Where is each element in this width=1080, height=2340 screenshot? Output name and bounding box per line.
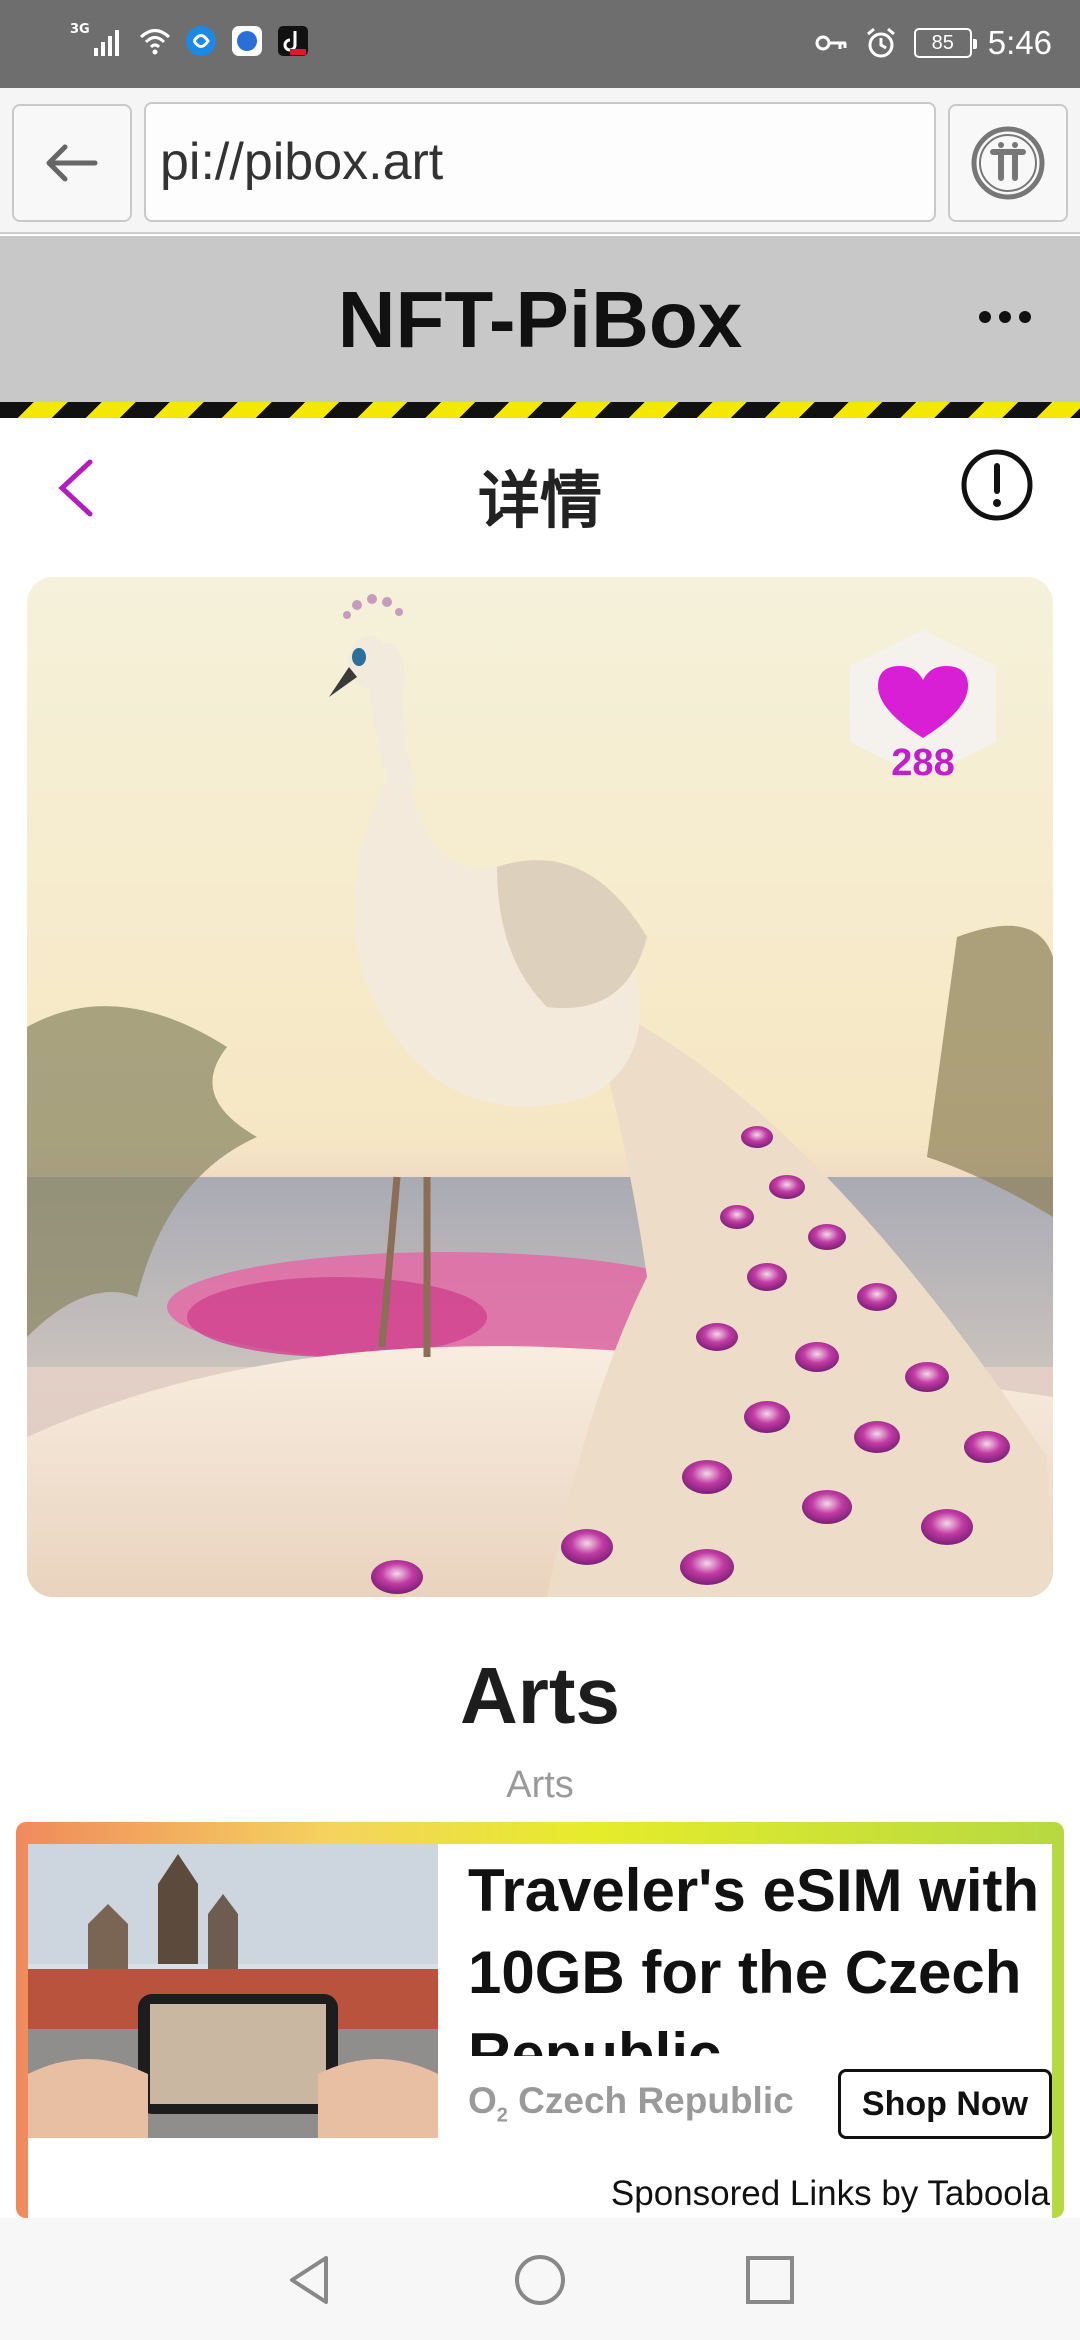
url-input[interactable]: pi://pibox.art <box>144 102 936 222</box>
nav-back-icon[interactable] <box>282 2252 338 2308</box>
ad-headline[interactable]: Traveler's eSIM with 10GB for the Czech … <box>468 1850 1048 2056</box>
detail-navbar: 详情 <box>0 418 1080 558</box>
prague-phone-photo <box>28 1844 438 2138</box>
ad-image[interactable] <box>28 1844 438 2138</box>
shop-now-button[interactable]: Shop Now <box>838 2069 1052 2139</box>
page-title: 详情 <box>477 464 602 537</box>
app-notification-icon <box>185 26 216 56</box>
tiktok-icon <box>277 26 308 56</box>
browser-back-button[interactable] <box>12 104 132 222</box>
arrow-left-icon <box>46 144 98 182</box>
signal-icon <box>93 30 119 56</box>
app-title: NFT-PiBox <box>337 275 743 364</box>
network-type: 3G <box>70 21 90 37</box>
system-navigation-bar <box>0 2218 1080 2340</box>
app-header: NFT-PiBox <box>0 236 1080 402</box>
status-icons-left: 3G <box>70 21 310 58</box>
pi-wallet-button[interactable] <box>948 104 1068 222</box>
clock: 5:46 <box>987 24 1052 61</box>
report-info-icon[interactable] <box>960 448 1034 522</box>
ad-advertiser: O2 Czech Republic <box>468 2080 794 2127</box>
nav-recents-icon[interactable] <box>742 2252 798 2308</box>
key-icon <box>815 35 847 51</box>
artwork-title: Arts <box>459 1651 621 1740</box>
status-icons-right: 85 5:46 <box>814 24 1052 62</box>
more-options-icon[interactable] <box>978 310 1032 324</box>
like-count: 288 <box>891 742 955 784</box>
nav-home-icon[interactable] <box>512 2252 568 2308</box>
alarm-icon <box>866 27 895 58</box>
battery-indicator: 85 <box>913 28 977 58</box>
browser-notification-icon <box>231 26 262 56</box>
artwork-category: Arts <box>506 1764 574 1806</box>
browser-toolbar: pi://pibox.art <box>0 88 1080 234</box>
sponsored-links-label[interactable]: Sponsored Links by Taboola <box>611 2174 1050 2214</box>
wifi-icon <box>139 29 170 55</box>
battery-level: 85 <box>931 31 954 54</box>
status-bar: 3G 85 5:46 <box>0 0 1080 88</box>
pi-logo-icon <box>971 126 1045 200</box>
hazard-stripe-divider <box>0 402 1080 418</box>
